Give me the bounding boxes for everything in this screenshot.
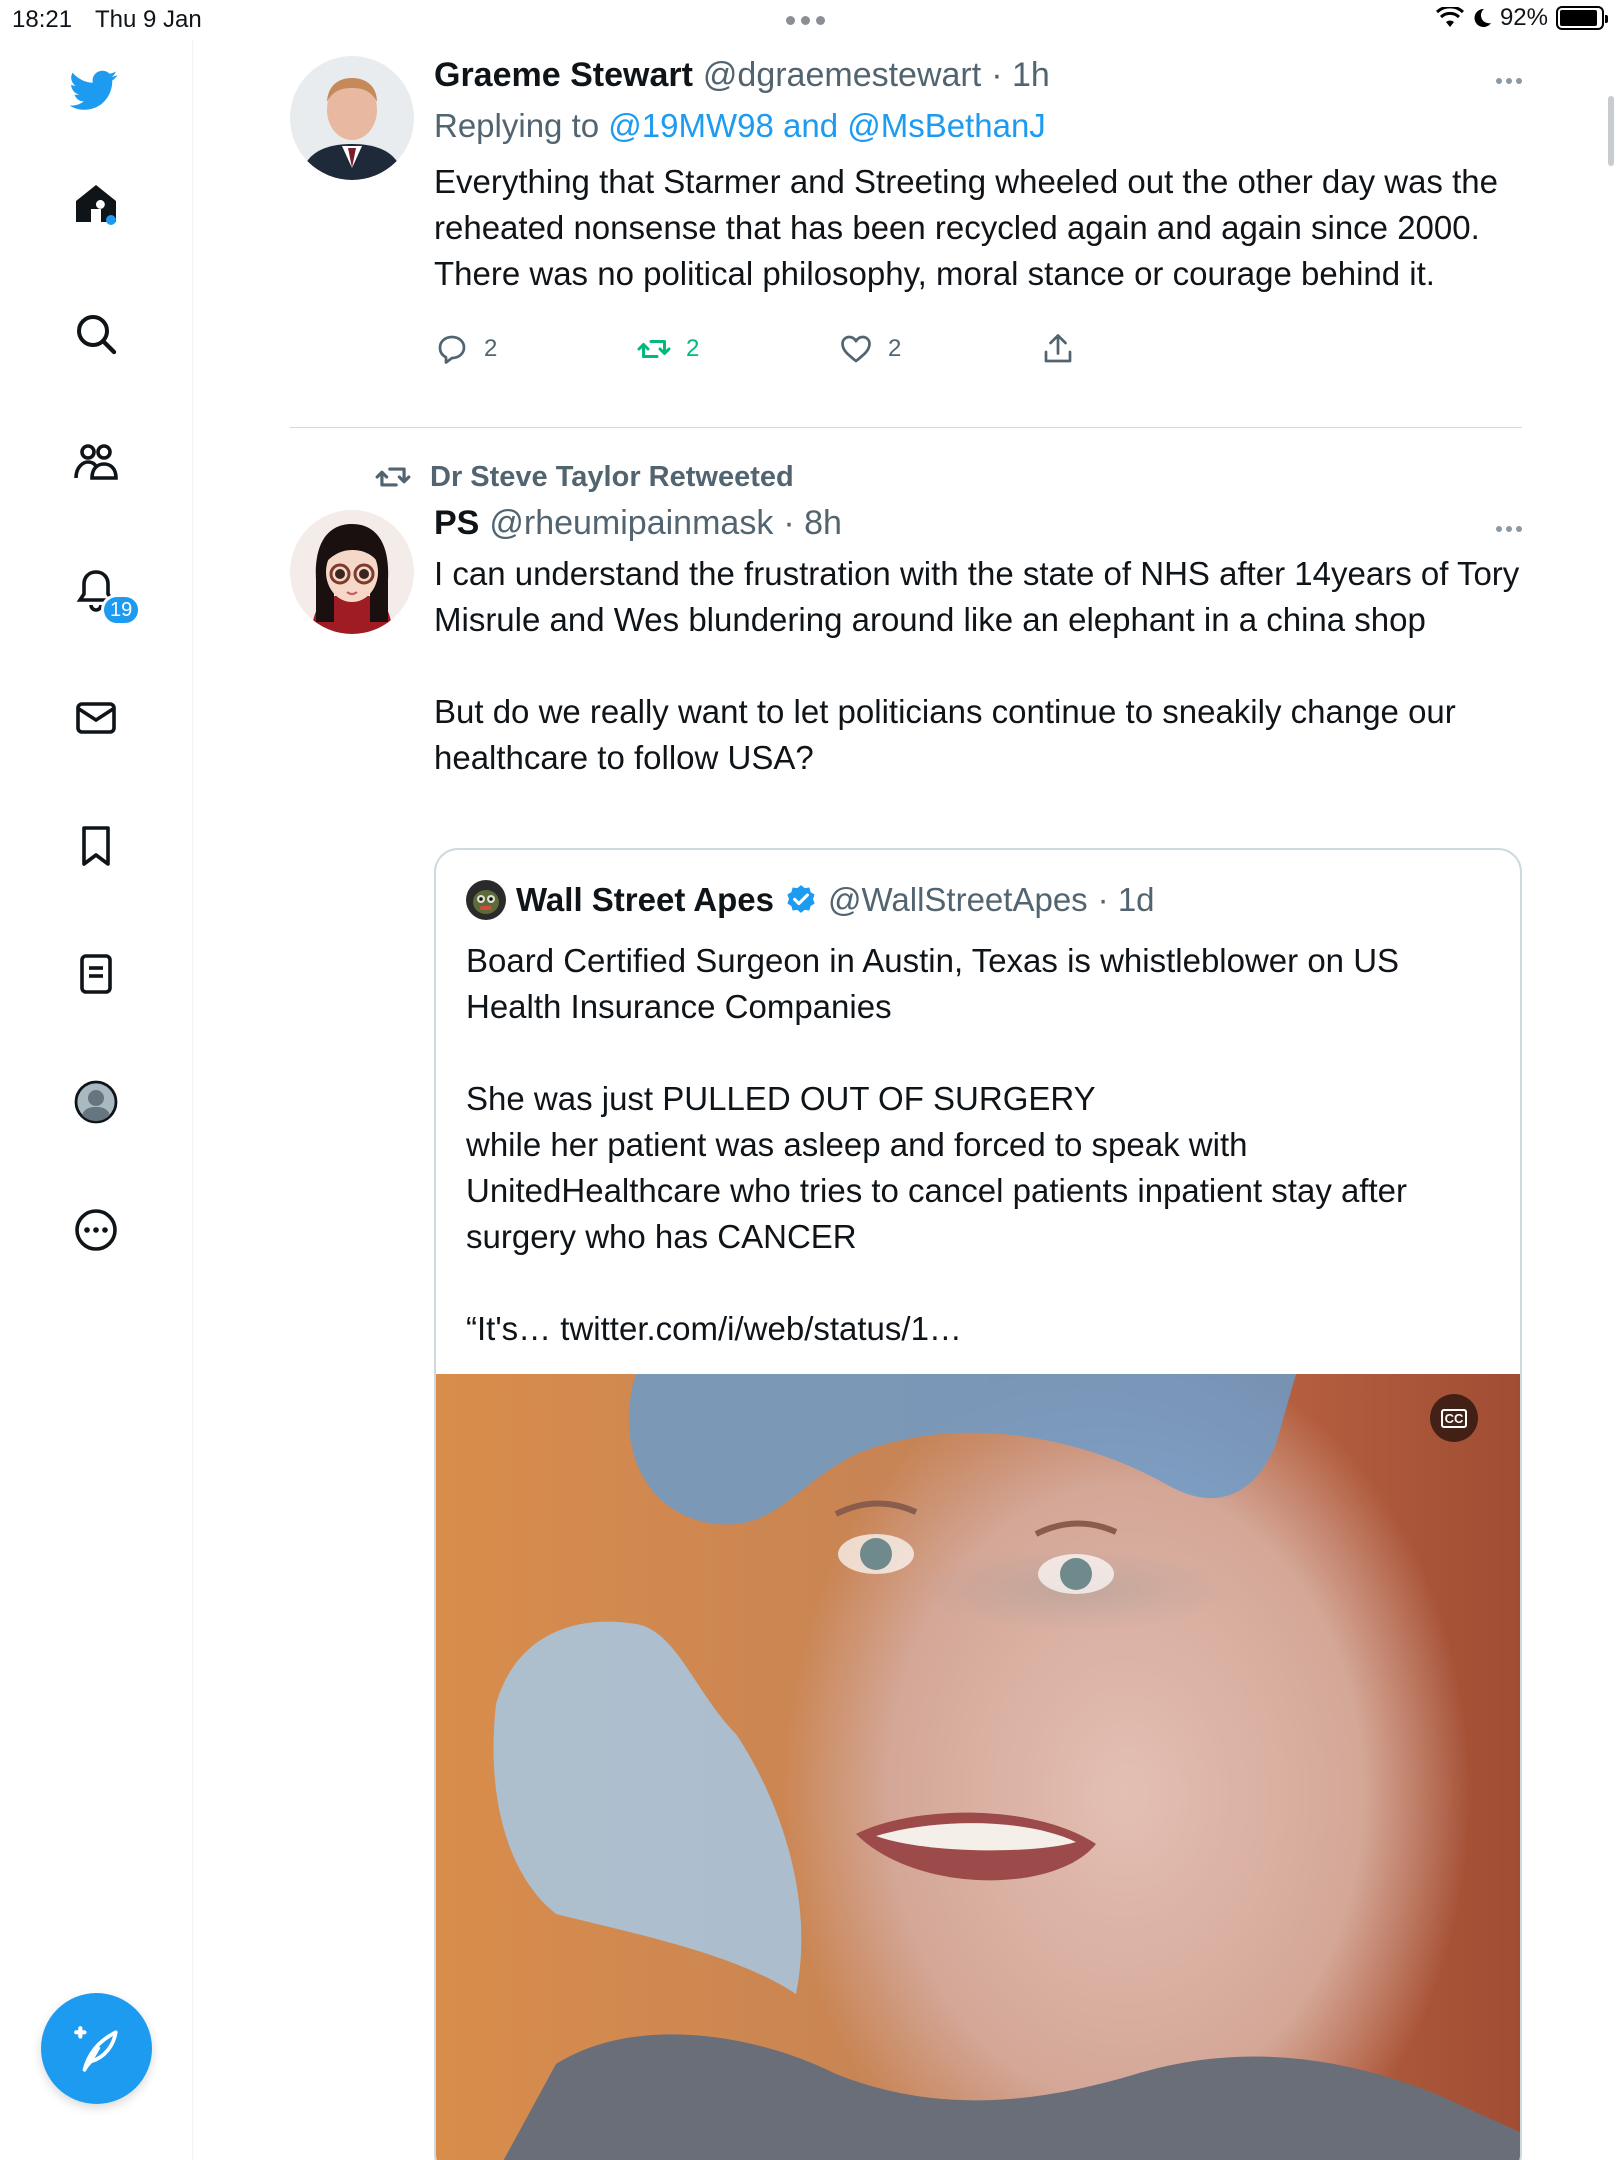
share-button[interactable] [1040,331,1242,367]
quoted-tweet-text: Board Certified Surgeon in Austin, Texas… [466,942,1408,1347]
quoted-author-handle[interactable]: @WallStreetApes [828,881,1088,919]
closed-captions-icon: CC [1440,1408,1468,1428]
retweet-icon [637,340,671,358]
messages-envelope-icon[interactable] [70,692,122,744]
tweet[interactable]: Graeme Stewart @dgraemestewart · 1h Repl… [290,56,1522,416]
battery-percent: 92% [1499,4,1548,31]
author-handle[interactable]: @rheumipainmask [489,504,773,543]
share-icon [1044,334,1072,363]
video-frame-illustration [493,1374,1520,2160]
profile-avatar-icon[interactable] [70,1076,122,1128]
compose-tweet-icon [73,2025,118,2072]
video-thumbnail[interactable]: CC [436,1374,1520,2160]
author-name[interactable]: Graeme Stewart [434,56,693,95]
tweet-time[interactable]: · 8h [783,504,842,543]
avatar[interactable] [290,56,414,180]
status-bar: 18:21 Thu 9 Jan 92% [0,0,1620,40]
communities-icon[interactable] [70,436,122,488]
do-not-disturb-moon-icon [1474,8,1491,27]
reply-button[interactable]: 2 [434,331,636,367]
battery-icon [1556,6,1608,30]
tweet-actions: 2 2 2 [434,331,1522,367]
quoted-author-name[interactable]: Wall Street Apes [516,881,774,919]
closed-captions-button[interactable]: CC [1430,1394,1478,1442]
author-handle[interactable]: @dgraemestewart [703,56,981,95]
notifications-badge: 19 [101,594,142,626]
tweet-time[interactable]: · 1h [991,56,1050,95]
replying-prefix: Replying to [434,107,600,144]
twitter-bird-icon[interactable] [68,64,120,116]
like-count: 2 [888,335,902,362]
replying-to-link[interactable]: @19MW98 and @MsBethanJ [608,107,1046,144]
more-circle-icon[interactable] [70,1204,122,1256]
home-new-indicator [106,215,116,225]
reply-icon [438,335,466,364]
tweet[interactable]: Dr Steve Taylor Retweeted PS @rheumipain… [290,458,1522,2160]
replying-to-line: Replying to @19MW98 and @MsBethanJ [434,107,1522,145]
more-options-icon[interactable] [1496,526,1522,532]
bookmark-icon[interactable] [70,820,122,872]
quoted-tweet[interactable]: Wall Street Apes @WallStreetApes · 1d Bo… [434,848,1522,2160]
compose-tweet-button[interactable] [41,1993,152,2104]
multitasking-dots-icon[interactable] [786,16,825,25]
avatar[interactable] [466,880,506,920]
status-time: 18:21 [12,6,73,33]
avatar[interactable] [290,510,414,634]
quoted-tweet-time[interactable]: · 1d [1098,881,1155,919]
tweet-text: I can understand the frustration with th… [434,555,1520,776]
retweeted-by-label: Dr Steve Taylor Retweeted [430,460,794,493]
retweeted-by-line[interactable]: Dr Steve Taylor Retweeted [374,458,794,496]
author-name[interactable]: PS [434,504,479,543]
lists-icon[interactable] [70,948,122,1000]
search-icon[interactable] [70,308,122,360]
scrollbar[interactable] [1608,96,1614,166]
more-options-icon[interactable] [1496,78,1522,84]
reply-count: 2 [484,335,498,362]
sidebar: 19 [0,40,193,2160]
like-button[interactable]: 2 [838,331,1040,367]
tweet-text: Everything that Starmer and Streeting wh… [434,163,1508,292]
retweet-count: 2 [686,335,700,362]
heart-icon [841,335,871,363]
verified-badge-icon [787,885,815,913]
wifi-icon [1435,7,1464,27]
retweet-button[interactable]: 2 [636,331,838,367]
retweet-icon [375,467,411,487]
status-date: Thu 9 Jan [95,6,202,33]
tweet-divider [290,427,1522,428]
